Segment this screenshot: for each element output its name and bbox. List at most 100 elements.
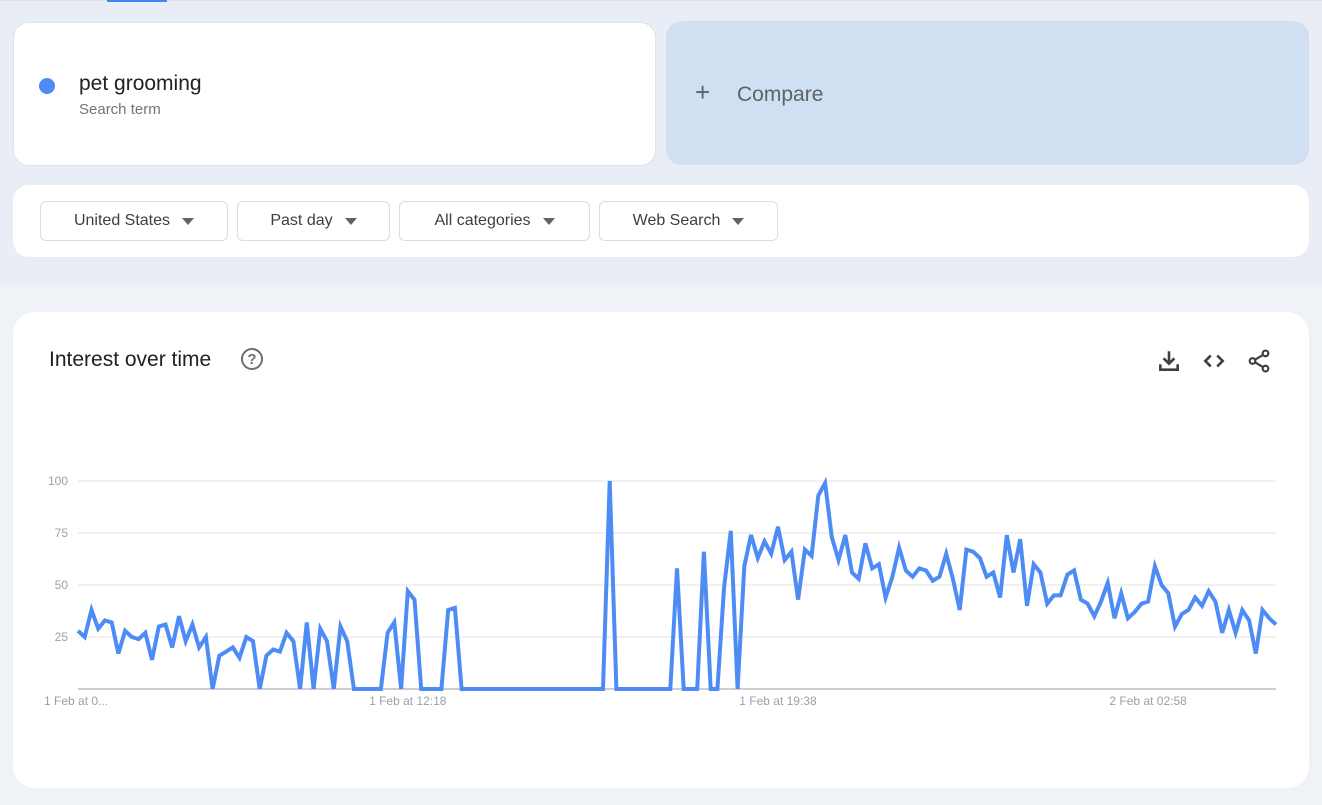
data-point[interactable] — [1118, 590, 1124, 596]
data-point[interactable] — [1044, 601, 1050, 607]
data-point[interactable] — [223, 649, 229, 655]
data-point[interactable] — [1132, 609, 1138, 615]
data-point[interactable] — [358, 686, 364, 692]
download-icon[interactable] — [1156, 348, 1182, 374]
data-point[interactable] — [109, 619, 115, 625]
data-point[interactable] — [88, 607, 94, 613]
data-point[interactable] — [593, 686, 599, 692]
data-point[interactable] — [1199, 603, 1205, 609]
data-point[interactable] — [1260, 607, 1266, 613]
search-term-name[interactable]: pet grooming — [79, 72, 202, 96]
data-point[interactable] — [667, 686, 673, 692]
data-point[interactable] — [1192, 594, 1198, 600]
data-point[interactable] — [398, 686, 404, 692]
data-point[interactable] — [102, 617, 108, 623]
data-point[interactable] — [681, 686, 687, 692]
data-point[interactable] — [331, 686, 337, 692]
data-point[interactable] — [1091, 613, 1097, 619]
data-point[interactable] — [297, 686, 303, 692]
data-point[interactable] — [270, 646, 276, 652]
data-point[interactable] — [815, 493, 821, 499]
data-point[interactable] — [1212, 599, 1218, 605]
data-point[interactable] — [795, 597, 801, 603]
data-point[interactable] — [445, 607, 451, 613]
data-point[interactable] — [149, 657, 155, 663]
data-point[interactable] — [782, 557, 788, 563]
data-point[interactable] — [412, 597, 418, 603]
data-point[interactable] — [640, 686, 646, 692]
data-point[interactable] — [963, 547, 969, 553]
filter-region[interactable]: United States — [40, 201, 228, 241]
data-point[interactable] — [1152, 563, 1158, 569]
data-point[interactable] — [169, 644, 175, 650]
data-point[interactable] — [452, 605, 458, 611]
share-icon[interactable] — [1246, 348, 1272, 374]
data-point[interactable] — [950, 576, 956, 582]
data-point[interactable] — [708, 686, 714, 692]
data-point[interactable] — [378, 686, 384, 692]
data-point[interactable] — [714, 686, 720, 692]
data-point[interactable] — [1186, 607, 1192, 613]
data-point[interactable] — [465, 686, 471, 692]
data-point[interactable] — [492, 686, 498, 692]
data-point[interactable] — [1051, 592, 1057, 598]
data-point[interactable] — [277, 649, 283, 655]
data-point[interactable] — [869, 565, 875, 571]
data-point[interactable] — [566, 686, 572, 692]
data-point[interactable] — [842, 532, 848, 538]
data-point[interactable] — [1159, 582, 1165, 588]
data-point[interactable] — [990, 570, 996, 576]
data-point[interactable] — [613, 686, 619, 692]
data-point[interactable] — [997, 594, 1003, 600]
data-point[interactable] — [472, 686, 478, 692]
data-point[interactable] — [1031, 561, 1037, 567]
filter-search-type[interactable]: Web Search — [599, 201, 778, 241]
data-point[interactable] — [654, 686, 660, 692]
data-point[interactable] — [923, 567, 929, 573]
data-point[interactable] — [768, 551, 774, 557]
data-point[interactable] — [176, 613, 182, 619]
data-point[interactable] — [196, 644, 202, 650]
data-point[interactable] — [910, 574, 916, 580]
data-point[interactable] — [957, 607, 963, 613]
data-point[interactable] — [351, 686, 357, 692]
data-point[interactable] — [587, 686, 593, 692]
data-point[interactable] — [344, 638, 350, 644]
data-point[interactable] — [620, 686, 626, 692]
data-point[interactable] — [647, 686, 653, 692]
data-point[interactable] — [701, 549, 707, 555]
data-point[interactable] — [1266, 615, 1272, 621]
data-point[interactable] — [889, 574, 895, 580]
data-point[interactable] — [936, 574, 942, 580]
data-point[interactable] — [1253, 651, 1259, 657]
data-point[interactable] — [883, 594, 889, 600]
data-point[interactable] — [862, 540, 868, 546]
compare-button[interactable]: + Compare — [666, 21, 1309, 165]
data-point[interactable] — [526, 686, 532, 692]
data-point[interactable] — [634, 686, 640, 692]
data-point[interactable] — [432, 686, 438, 692]
data-point[interactable] — [856, 576, 862, 582]
data-point[interactable] — [290, 638, 296, 644]
data-point[interactable] — [1111, 615, 1117, 621]
data-point[interactable] — [903, 567, 909, 573]
data-point[interactable] — [876, 561, 882, 567]
data-point[interactable] — [479, 686, 485, 692]
data-point[interactable] — [499, 686, 505, 692]
search-term-card[interactable]: pet grooming Search term — [13, 22, 656, 166]
data-point[interactable] — [156, 624, 162, 630]
filter-time-range[interactable]: Past day — [237, 201, 390, 241]
data-point[interactable] — [418, 686, 424, 692]
data-point[interactable] — [755, 555, 761, 561]
data-point[interactable] — [977, 555, 983, 561]
data-point[interactable] — [580, 686, 586, 692]
data-point[interactable] — [761, 538, 767, 544]
data-point[interactable] — [546, 686, 552, 692]
data-point[interactable] — [115, 651, 121, 657]
data-point[interactable] — [849, 570, 855, 576]
data-point[interactable] — [1085, 601, 1091, 607]
data-point[interactable] — [1138, 601, 1144, 607]
data-point[interactable] — [122, 628, 128, 634]
data-point[interactable] — [1125, 615, 1131, 621]
data-point[interactable] — [257, 686, 263, 692]
